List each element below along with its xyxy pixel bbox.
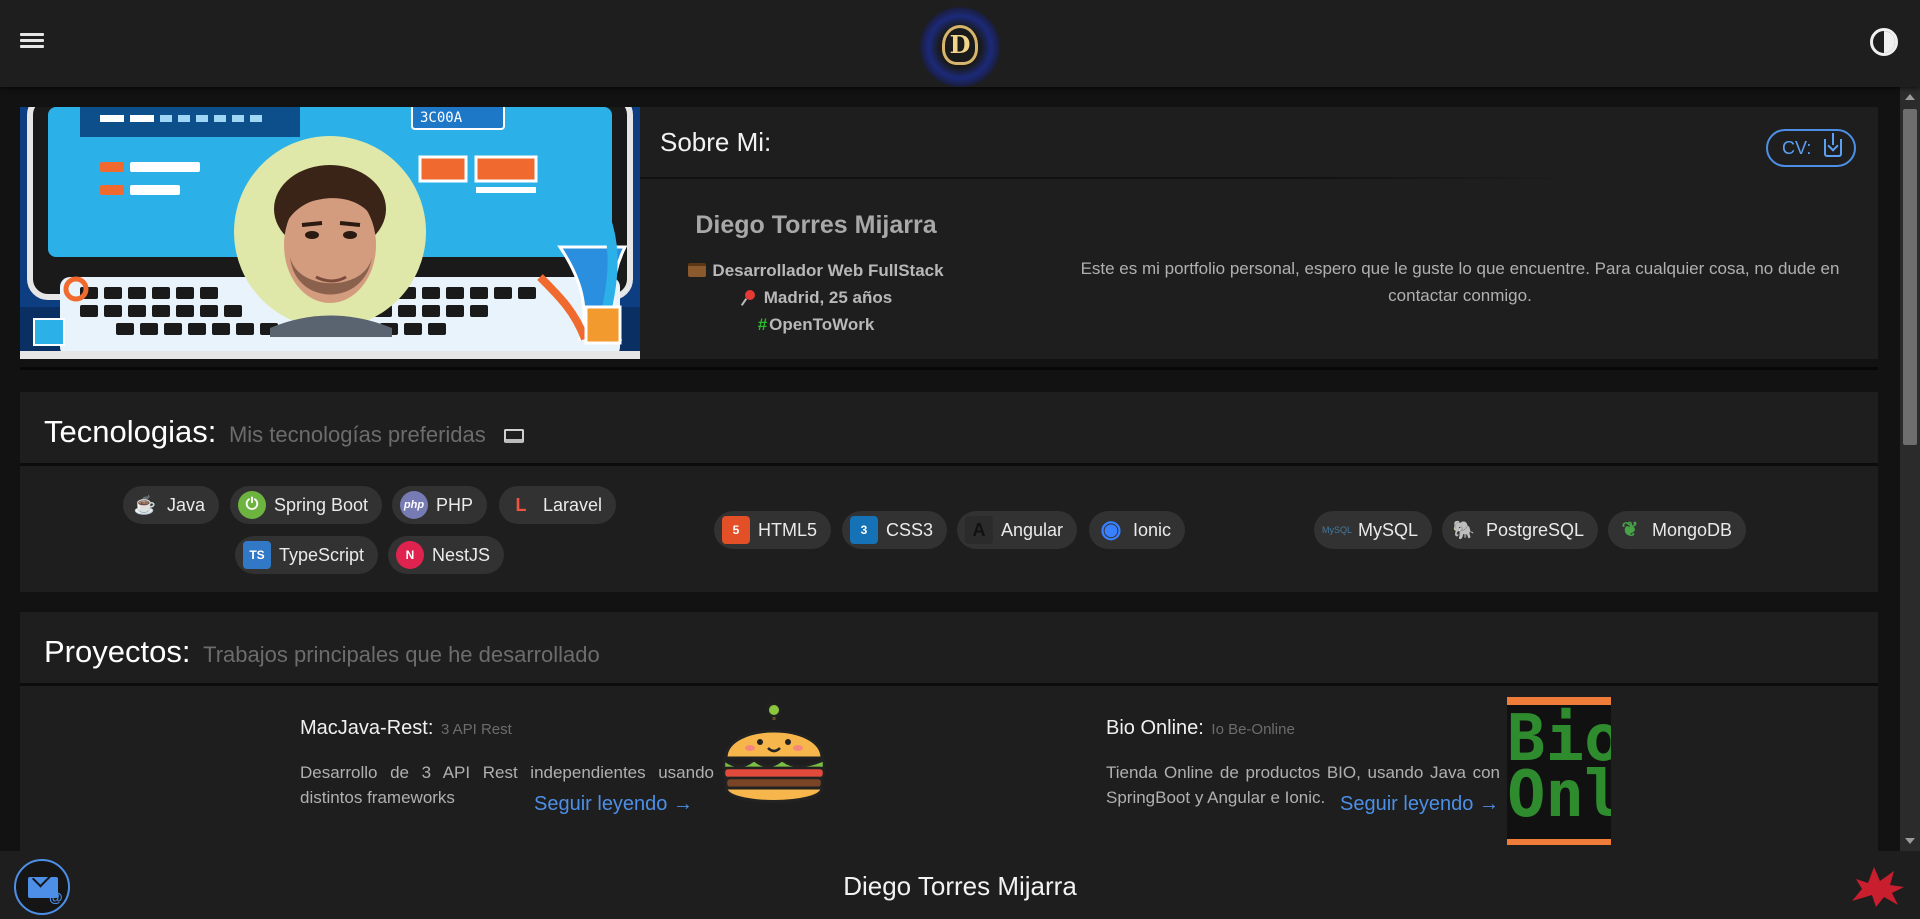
technologies-divider	[20, 463, 1878, 466]
laravel-icon: L	[515, 495, 527, 515]
footer: @ Diego Torres Mijarra	[0, 851, 1920, 919]
tech-chip-css3: 3 CSS3	[842, 511, 948, 549]
profile-banner-image: 3C00A	[20, 107, 640, 359]
scrollbar-thumb[interactable]	[1903, 109, 1917, 445]
scroll-down-arrow-icon[interactable]	[1905, 838, 1915, 844]
profile-name: Diego Torres Mijarra	[695, 211, 937, 239]
cv-label: CV:	[1782, 138, 1812, 158]
ionic-icon: ◉	[1100, 516, 1122, 543]
projects-section: Proyectos: Trabajos principales que he d…	[20, 612, 1878, 851]
mongodb-icon: ❦	[1621, 519, 1639, 541]
bio-online-project-image[interactable]: Bio Onlin	[1507, 697, 1611, 845]
php-icon: php	[400, 491, 428, 519]
project-title: Bio Online: Io Be-Online	[1106, 717, 1295, 740]
tech-chip-postgresql: 🐘 PostgreSQL	[1442, 511, 1599, 549]
technologies-subtitle: Mis tecnologías preferidas	[228, 422, 486, 447]
project-tag: Io Be-Online	[1211, 721, 1295, 738]
tech-label: Angular	[1001, 520, 1064, 540]
about-heading: Sobre Mi:	[660, 127, 772, 157]
tech-label: MySQL	[1358, 520, 1419, 540]
mysql-icon: MySQL	[1322, 525, 1353, 535]
pushpin-icon	[740, 290, 758, 304]
tech-chip-angular: A Angular	[957, 511, 1078, 549]
tech-label: HTML5	[758, 520, 818, 540]
hashtag-icon: #	[757, 315, 768, 334]
technologies-heading: Tecnologias: Mis tecnologías preferidas	[44, 414, 525, 450]
tech-chip-ionic: ◉ Ionic	[1089, 511, 1186, 549]
angular-icon: A	[965, 516, 993, 544]
section-divider	[20, 367, 1878, 370]
profile-meta: Desarrollador Web FullStack Madrid, 25 a…	[656, 257, 976, 338]
tech-label: PHP	[436, 495, 474, 515]
project-read-more-link[interactable]: Seguir leyendo →	[1340, 793, 1499, 816]
svg-text:3C00A: 3C00A	[420, 110, 463, 126]
burger-project-image[interactable]	[720, 702, 828, 812]
scroll-up-arrow-icon[interactable]	[1905, 94, 1915, 100]
project-read-more-link[interactable]: Seguir leyendo →	[534, 793, 693, 816]
tech-label: NestJS	[432, 545, 491, 565]
projects-divider	[20, 683, 1878, 686]
postgresql-icon: 🐘	[1452, 520, 1476, 540]
tech-label: CSS3	[886, 520, 934, 540]
tech-chip-spring-boot: ⏻ Spring Boot	[230, 486, 383, 524]
lightbulb-logo-icon: D	[942, 25, 978, 65]
tech-chip-html5: 5 HTML5	[714, 511, 832, 549]
top-navbar: D	[0, 0, 1920, 87]
laptop-icon	[504, 429, 525, 443]
theme-toggle-icon[interactable]	[1870, 28, 1898, 56]
profile-status: OpenToWork	[769, 315, 875, 334]
tech-label: PostgreSQL	[1486, 520, 1585, 540]
dragon-icon[interactable]	[1848, 861, 1908, 909]
technologies-section: Tecnologias: Mis tecnologías preferidas …	[20, 392, 1878, 592]
css3-icon: 3	[850, 516, 878, 544]
project-title: MacJava-Rest: 3 API Rest	[300, 717, 512, 740]
site-logo[interactable]: D	[920, 7, 1000, 87]
tech-label: Java	[167, 495, 206, 515]
technologies-title: Tecnologias:	[44, 414, 217, 449]
tech-chip-typescript: TS TypeScript	[235, 536, 379, 574]
spring-boot-icon: ⏻	[238, 491, 266, 519]
profile-location: Madrid, 25 años	[763, 288, 893, 307]
project-title-text: Bio Online:	[1106, 717, 1204, 739]
tech-chip-mongodb: ❦ MongoDB	[1608, 511, 1747, 549]
bio-online-logo-text: Bio Onlin	[1507, 705, 1611, 839]
typescript-icon: TS	[243, 541, 271, 569]
briefcase-icon	[688, 263, 707, 277]
profile-description: Este es mi portfolio personal, espero qu…	[1080, 259, 1840, 305]
projects-heading: Proyectos: Trabajos principales que he d…	[44, 634, 600, 670]
project-tag: 3 API Rest	[440, 721, 512, 738]
tech-chip-mysql: MySQL MySQL	[1314, 511, 1433, 549]
page-scrollbar[interactable]	[1900, 87, 1920, 851]
tech-label: Laravel	[543, 495, 603, 515]
tech-label: Spring Boot	[274, 495, 369, 515]
tech-label: MongoDB	[1652, 520, 1733, 540]
tech-chip-php: php PHP	[392, 486, 488, 524]
about-section: 3C00A Sobre Mi: CV: Diego Torres Mijarra…	[20, 107, 1878, 359]
hamburger-menu-icon[interactable]	[20, 30, 50, 56]
projects-title: Proyectos:	[44, 634, 191, 669]
tech-label: TypeScript	[279, 545, 365, 565]
main-content: 3C00A Sobre Mi: CV: Diego Torres Mijarra…	[0, 87, 1900, 851]
cv-download-button[interactable]: CV:	[1766, 129, 1856, 167]
java-icon: ☕	[133, 495, 157, 515]
profile-role: Desarrollador Web FullStack	[712, 261, 944, 280]
nestjs-icon: N	[396, 541, 424, 569]
project-title-text: MacJava-Rest:	[300, 717, 434, 739]
html5-icon: 5	[722, 516, 750, 544]
tech-label: Ionic	[1133, 520, 1172, 540]
tech-chip-nestjs: N NestJS	[388, 536, 505, 574]
tech-chip-java: ☕ Java	[123, 486, 220, 524]
tech-chip-laravel: L Laravel	[499, 486, 617, 524]
footer-name: Diego Torres Mijarra	[843, 871, 1077, 901]
projects-subtitle: Trabajos principales que he desarrollado	[203, 642, 600, 667]
download-icon	[1824, 133, 1842, 157]
about-divider	[640, 177, 1578, 179]
